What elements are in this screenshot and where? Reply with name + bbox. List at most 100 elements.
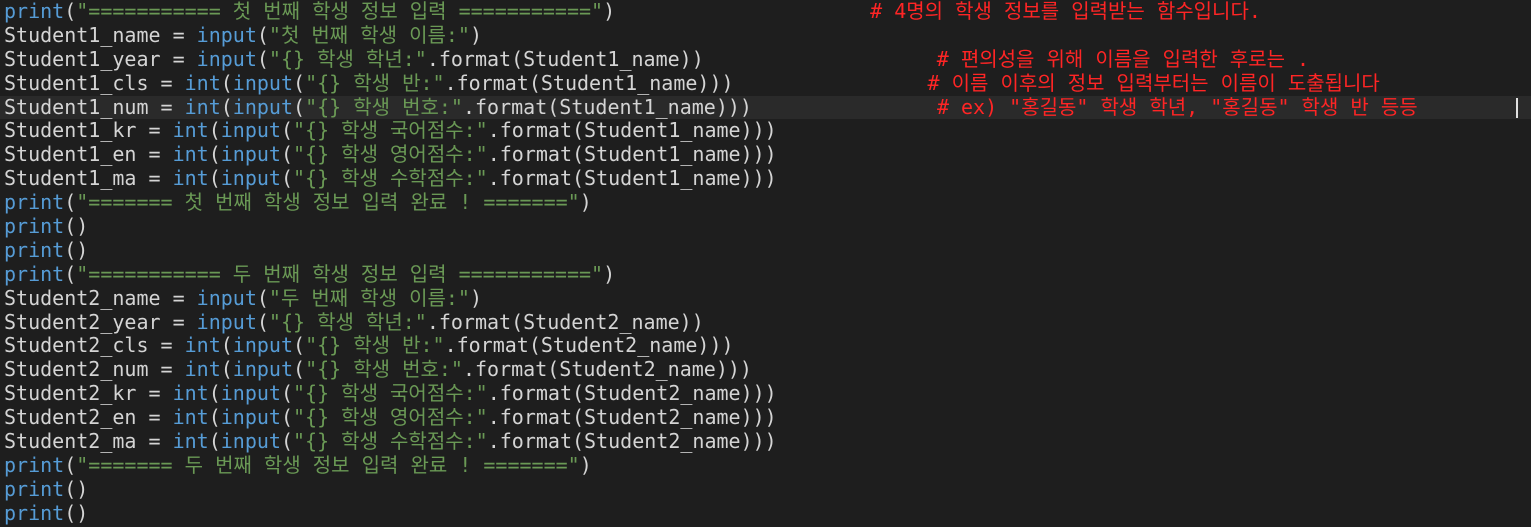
- identifier-token: (: [280, 118, 294, 143]
- builtin-token: input: [220, 118, 281, 143]
- builtin-token: input: [232, 333, 294, 358]
- string-token: "======= 첫 번째 학생 정보 입력 완료 ! =======": [76, 190, 580, 215]
- identifier-token: ): [469, 285, 483, 310]
- string-token: "=========== 첫 번째 학생 정보 입력 ===========": [76, 0, 604, 23]
- string-token: "{} 학생 영어점수:": [293, 142, 488, 167]
- comment-token: # ex) "홍길동" 학생 학년, "홍길동" 학생 반 등등: [936, 94, 1418, 119]
- builtin-token: input: [232, 94, 294, 119]
- identifier-token: Student2_year =: [4, 309, 197, 334]
- code-line[interactable]: Student1_cls = int(input("{} 학생 반:".form…: [0, 70, 1531, 96]
- code-line[interactable]: print(): [0, 214, 1531, 239]
- builtin-token: int: [172, 118, 209, 143]
- identifier-token: (: [256, 22, 269, 47]
- builtin-token: print: [4, 190, 65, 215]
- identifier-token: .format(Student1_name))): [487, 166, 777, 191]
- code-line[interactable]: Student2_en = int(input("{} 학생 영어점수:".fo…: [0, 405, 1531, 430]
- string-token: "첫 번째 학생 이름:": [268, 22, 470, 47]
- identifier-token: (: [280, 405, 294, 430]
- code-line[interactable]: Student1_num = int(input("{} 학생 번호:".for…: [0, 94, 1531, 120]
- code-line[interactable]: print(): [0, 500, 1531, 526]
- identifier-token: .format(Student2_name))): [487, 381, 777, 406]
- identifier-token: .format(Student1_name))): [462, 94, 752, 119]
- string-token: "{} 학생 국어점수:": [293, 381, 488, 406]
- code-line[interactable]: Student2_kr = int(input("{} 학생 국어점수:".fo…: [0, 381, 1531, 406]
- text-cursor: [1516, 97, 1518, 118]
- identifier-token: Student2_ma =: [4, 429, 173, 454]
- identifier-token: (: [280, 166, 294, 191]
- code-line[interactable]: Student1_ma = int(input("{} 학생 수학점수:".fo…: [0, 166, 1531, 191]
- identifier-token: ): [603, 261, 616, 286]
- code-line[interactable]: print(): [0, 238, 1531, 263]
- builtin-token: int: [184, 94, 221, 119]
- builtin-token: input: [220, 142, 281, 167]
- code-line[interactable]: Student2_num = int(input("{} 학생 번호:".for…: [0, 357, 1531, 382]
- code-line[interactable]: print("======= 두 번째 학생 정보 입력 완료 ! ======…: [0, 452, 1531, 478]
- string-token: "{} 학생 학년:": [268, 309, 427, 334]
- code-line[interactable]: print("=========== 첫 번째 학생 정보 입력 =======…: [0, 0, 1531, 24]
- builtin-token: int: [172, 166, 209, 191]
- builtin-token: int: [184, 357, 221, 382]
- builtin-token: input: [196, 22, 257, 47]
- identifier-token: Student1_ma =: [4, 166, 173, 191]
- string-token: "두 번째 학생 이름:": [268, 285, 470, 310]
- identifier-token: .format(Student1_name)): [426, 46, 704, 71]
- builtin-token: print: [4, 500, 65, 525]
- builtin-token: int: [172, 381, 209, 406]
- code-line[interactable]: Student1_year = input("{} 학생 학년:".format…: [0, 46, 1531, 72]
- identifier-token: (: [256, 46, 269, 71]
- identifier-token: .format(Student2_name))): [444, 333, 734, 358]
- identifier-token: .format(Student2_name))): [487, 429, 777, 454]
- code-line[interactable]: Student2_cls = int(input("{} 학생 반:".form…: [0, 334, 1531, 358]
- builtin-token: input: [220, 166, 281, 191]
- identifier-token: (: [208, 429, 221, 454]
- builtin-token: print: [4, 261, 65, 286]
- string-token: "{} 학생 번호:": [305, 357, 463, 382]
- identifier-token: Student2_name =: [4, 285, 197, 310]
- identifier-token: (: [220, 70, 233, 95]
- identifier-token: ): [469, 22, 483, 47]
- identifier-token: (: [280, 381, 294, 406]
- identifier-token: (: [293, 70, 306, 95]
- builtin-token: print: [4, 214, 65, 239]
- identifier-token: Student1_num =: [4, 94, 185, 119]
- code-editor[interactable]: print("=========== 첫 번째 학생 정보 입력 =======…: [0, 0, 1531, 527]
- identifier-token: (: [220, 94, 233, 119]
- builtin-token: input: [232, 70, 294, 95]
- identifier-token: (: [64, 261, 77, 286]
- builtin-token: int: [184, 333, 221, 358]
- identifier-token: Student1_name =: [4, 22, 197, 47]
- code-line[interactable]: Student1_kr = int(input("{} 학생 국어점수:".fo…: [0, 119, 1531, 143]
- identifier-token: Student1_kr =: [4, 118, 173, 143]
- identifier-token: ): [579, 452, 592, 477]
- identifier-token: (: [208, 142, 221, 167]
- builtin-token: input: [220, 405, 281, 430]
- identifier-token: (: [293, 333, 306, 358]
- identifier-token: .format(Student2_name))): [487, 405, 777, 430]
- builtin-token: print: [4, 0, 65, 23]
- identifier-token: ): [603, 0, 616, 23]
- identifier-token: (: [208, 405, 221, 430]
- code-line[interactable]: print("======= 첫 번째 학생 정보 입력 완료 ! ======…: [0, 190, 1531, 215]
- builtin-token: input: [196, 46, 257, 71]
- identifier-token: (: [256, 309, 269, 334]
- code-line[interactable]: Student2_ma = int(input("{} 학생 수학점수:".fo…: [0, 429, 1531, 454]
- identifier-token: (: [280, 429, 294, 454]
- code-line[interactable]: Student1_name = input("첫 번째 학생 이름:"): [0, 22, 1531, 48]
- builtin-token: int: [172, 405, 209, 430]
- code-line[interactable]: print("=========== 두 번째 학생 정보 입력 =======…: [0, 261, 1531, 287]
- identifier-token: (: [280, 142, 294, 167]
- code-line[interactable]: Student2_name = input("두 번째 학생 이름:"): [0, 285, 1531, 311]
- identifier-token: .format(Student1_name))): [487, 142, 777, 167]
- identifier-token: ): [579, 190, 592, 215]
- code-line[interactable]: Student1_en = int(input("{} 학생 영어점수:".fo…: [0, 142, 1531, 167]
- identifier-token: (: [208, 166, 221, 191]
- identifier-token: (: [64, 190, 77, 215]
- string-token: "=========== 두 번째 학생 정보 입력 ===========": [76, 261, 604, 286]
- code-line[interactable]: Student2_year = input("{} 학생 학년:".format…: [0, 309, 1531, 335]
- identifier-token: (: [64, 0, 77, 23]
- string-token: "{} 학생 번호:": [305, 94, 463, 119]
- code-line[interactable]: print(): [0, 476, 1531, 502]
- identifier-token: Student2_en =: [4, 405, 173, 430]
- string-token: "{} 학생 수학점수:": [293, 166, 488, 191]
- builtin-token: print: [4, 476, 65, 501]
